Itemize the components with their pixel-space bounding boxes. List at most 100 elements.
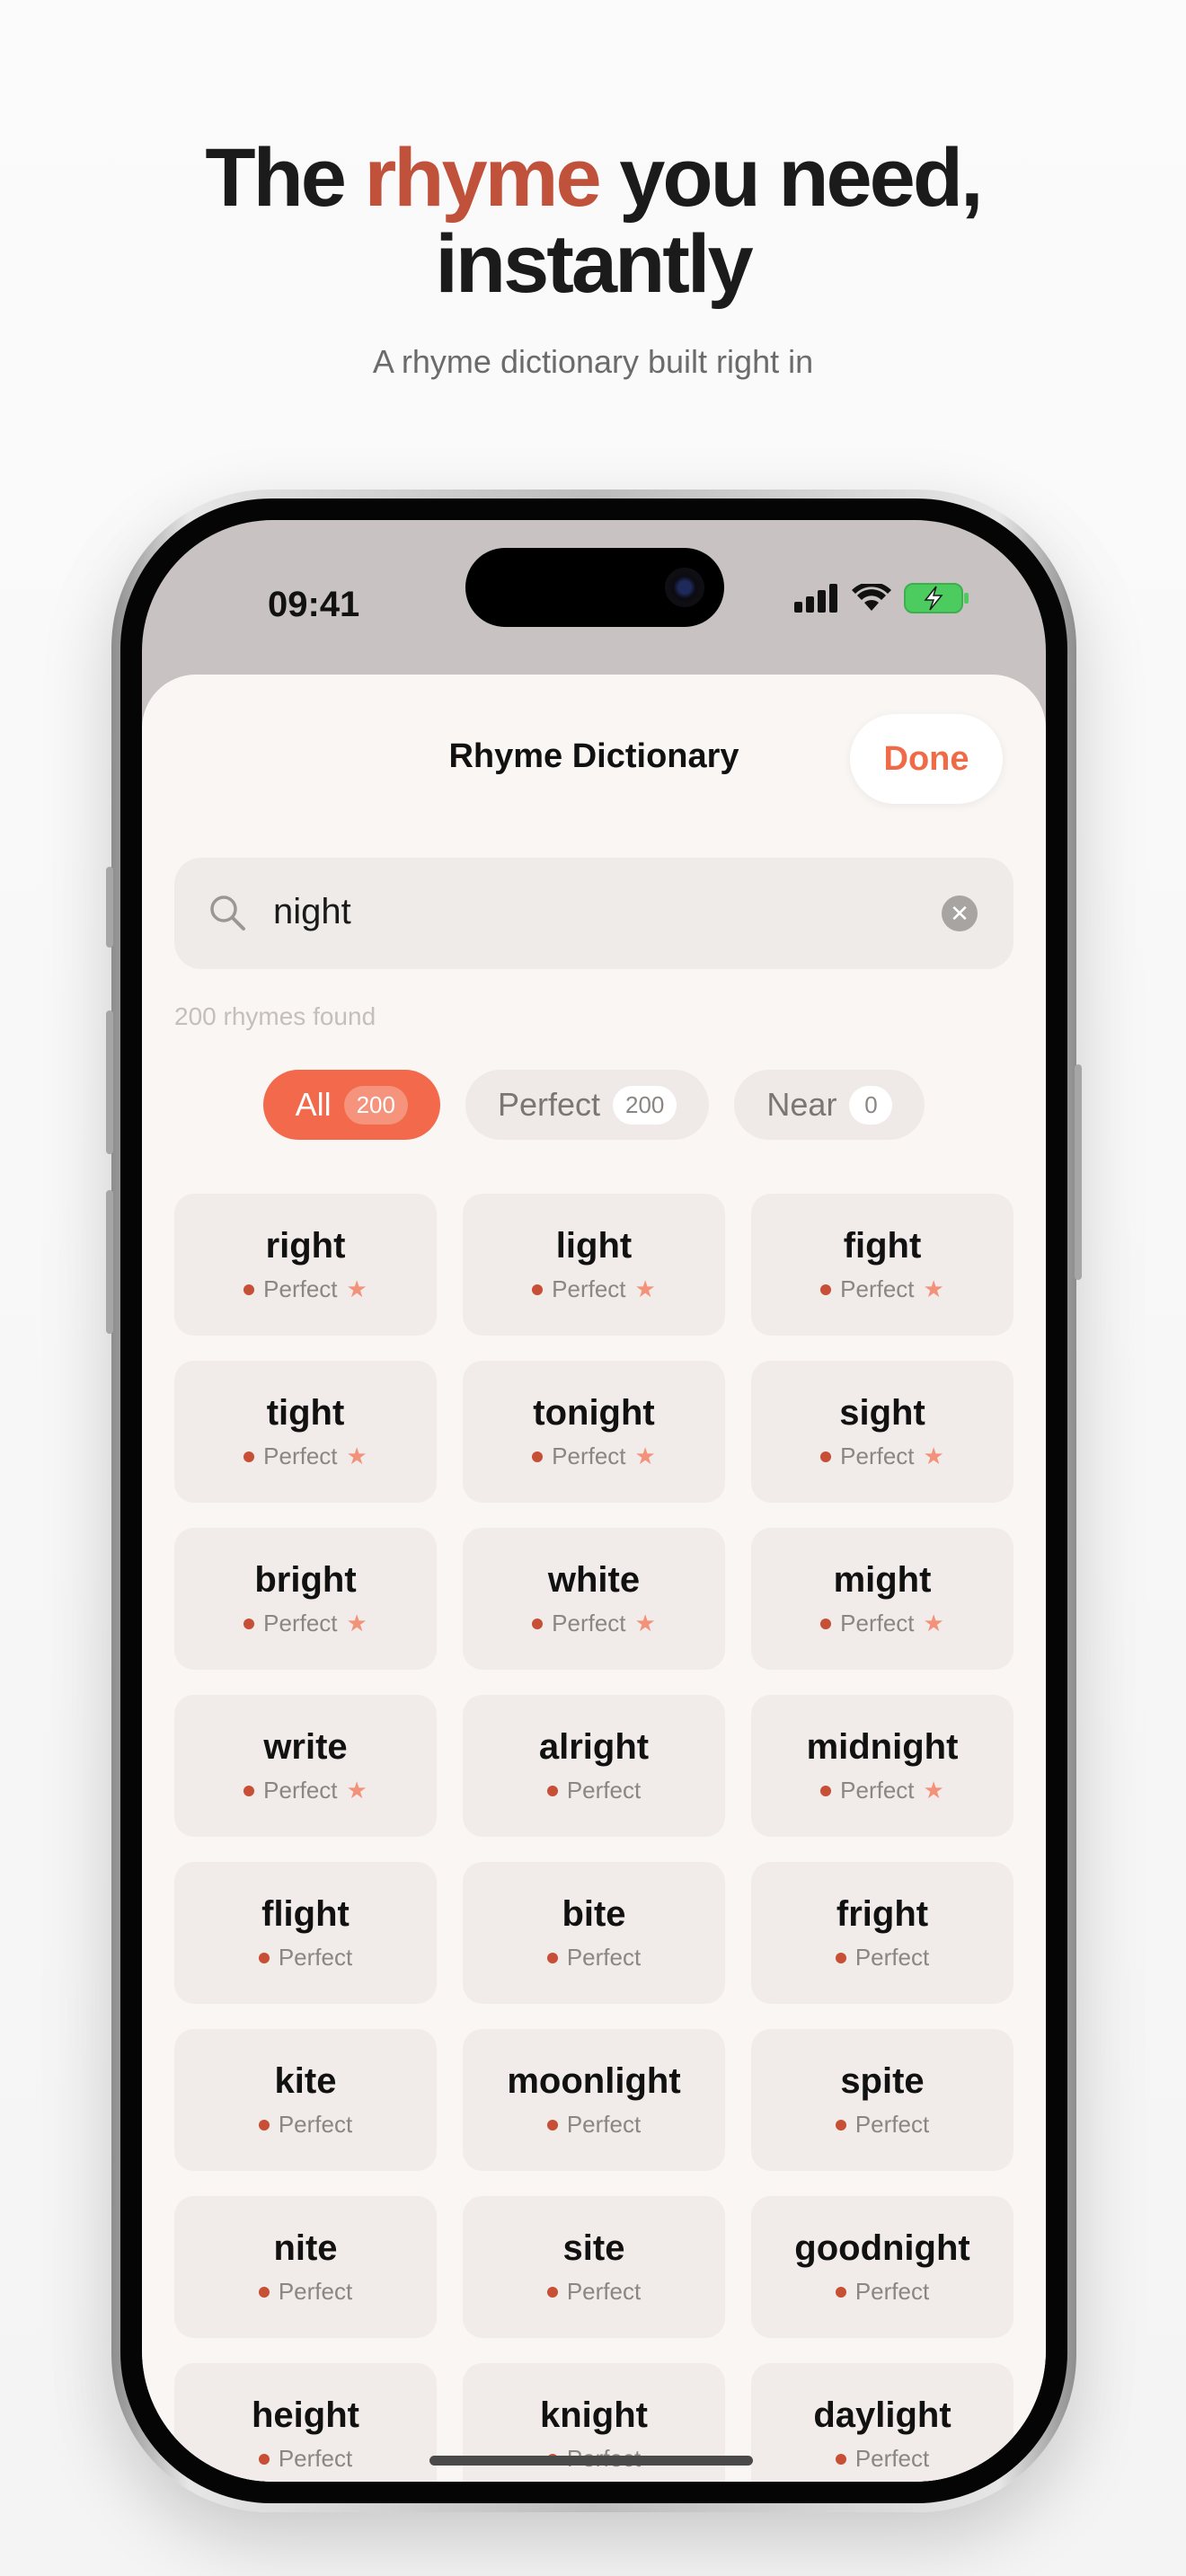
- star-icon: ★: [346, 1275, 367, 1302]
- perfect-dot-icon: [546, 2119, 558, 2130]
- home-indicator: [429, 2456, 753, 2466]
- status-time: 09:41: [268, 585, 360, 624]
- rhyme-meta: Perfect ★: [243, 1777, 367, 1804]
- camera-icon: [665, 568, 704, 607]
- perfect-dot-icon: [835, 2453, 846, 2465]
- rhyme-type: Perfect: [263, 1442, 338, 1469]
- rhyme-type: Perfect: [566, 2111, 642, 2138]
- rhyme-meta: Perfect ★: [820, 1275, 944, 1303]
- rhyme-card[interactable]: write Perfect ★: [174, 1695, 437, 1837]
- rhyme-card[interactable]: right Perfect ★: [174, 1194, 437, 1336]
- rhyme-word: alright: [538, 1727, 650, 1767]
- star-icon: ★: [923, 1442, 944, 1469]
- rhyme-card[interactable]: site Perfect: [463, 2196, 725, 2338]
- rhyme-card[interactable]: light Perfect ★: [463, 1194, 725, 1336]
- rhyme-card[interactable]: fright Perfect: [751, 1862, 1013, 2004]
- rhyme-dictionary-sheet: Rhyme Dictionary Done night ✕ 200 rhymes…: [142, 675, 1046, 2482]
- rhyme-word: white: [547, 1560, 641, 1600]
- rhyme-card[interactable]: height Perfect: [174, 2363, 437, 2482]
- marketing-subtitle: A rhyme dictionary built right in: [372, 343, 814, 380]
- star-icon: ★: [346, 1777, 367, 1804]
- rhyme-card[interactable]: fight Perfect ★: [751, 1194, 1013, 1336]
- rhyme-card[interactable]: alright Perfect: [463, 1695, 725, 1837]
- filter-all[interactable]: All 200: [262, 1070, 440, 1140]
- rhyme-word: nite: [273, 2228, 338, 2268]
- rhyme-type: Perfect: [566, 1944, 642, 1971]
- rhyme-type: Perfect: [854, 1944, 930, 1971]
- headline-line2: instantly: [435, 218, 753, 310]
- star-icon: ★: [346, 1610, 367, 1636]
- rhyme-card[interactable]: sight Perfect ★: [751, 1361, 1013, 1503]
- rhyme-type: Perfect: [263, 1275, 338, 1302]
- volume-up-button: [106, 1010, 113, 1154]
- rhyme-word: kite: [274, 2061, 337, 2101]
- rhyme-card[interactable]: flight Perfect: [174, 1862, 437, 2004]
- rhyme-type: Perfect: [840, 1442, 915, 1469]
- volume-down-button: [106, 1190, 113, 1334]
- rhyme-meta: Perfect ★: [820, 1442, 944, 1470]
- rhyme-type: Perfect: [854, 2445, 930, 2472]
- clear-icon[interactable]: ✕: [942, 895, 978, 931]
- rhyme-word: flight: [261, 1894, 350, 1934]
- filter-near[interactable]: Near 0: [734, 1070, 925, 1140]
- status-icons: [794, 583, 970, 613]
- star-icon: ★: [923, 1777, 944, 1804]
- filter-perfect[interactable]: Perfect 200: [465, 1070, 710, 1140]
- filter-label: Near: [766, 1086, 837, 1123]
- done-button[interactable]: Done: [850, 714, 1003, 804]
- rhyme-card[interactable]: white Perfect ★: [463, 1528, 725, 1670]
- rhyme-card[interactable]: daylight Perfect: [751, 2363, 1013, 2482]
- rhyme-card[interactable]: midnight Perfect ★: [751, 1695, 1013, 1837]
- rhyme-card[interactable]: tonight Perfect ★: [463, 1361, 725, 1503]
- rhyme-card[interactable]: moonlight Perfect: [463, 2029, 725, 2171]
- rhyme-meta: Perfect: [258, 2445, 353, 2473]
- rhyme-word: tight: [266, 1393, 345, 1433]
- battery-charging-icon: [904, 583, 969, 613]
- dynamic-island: [465, 548, 724, 627]
- results-count: 200 rhymes found: [174, 1002, 376, 1030]
- rhyme-grid: right Perfect ★ light Perfect ★ fight Perfect ★ t…: [174, 1194, 1013, 2482]
- action-button: [106, 867, 113, 948]
- rhyme-card[interactable]: kite Perfect: [174, 2029, 437, 2171]
- perfect-dot-icon: [820, 1618, 832, 1629]
- rhyme-type: Perfect: [278, 2445, 353, 2472]
- rhyme-meta: Perfect ★: [820, 1610, 944, 1637]
- rhyme-meta: Perfect: [835, 2111, 929, 2139]
- rhyme-meta: Perfect: [546, 2111, 642, 2139]
- rhyme-meta: Perfect: [546, 1777, 641, 1804]
- rhyme-meta: Perfect ★: [243, 1442, 367, 1470]
- search-input[interactable]: night: [273, 892, 351, 932]
- perfect-dot-icon: [532, 1284, 544, 1295]
- rhyme-type: Perfect: [840, 1275, 915, 1302]
- rhyme-word: goodnight: [794, 2228, 970, 2268]
- rhyme-meta: Perfect ★: [243, 1275, 367, 1303]
- rhyme-card[interactable]: nite Perfect: [174, 2196, 437, 2338]
- cellular-signal-icon: [794, 584, 837, 613]
- rhyme-card[interactable]: spite Perfect: [751, 2029, 1013, 2171]
- rhyme-type: Perfect: [263, 1610, 338, 1636]
- rhyme-word: sight: [839, 1393, 925, 1433]
- rhyme-meta: Perfect: [835, 1944, 930, 1972]
- rhyme-word: bright: [254, 1560, 357, 1600]
- rhyme-word: tonight: [533, 1393, 655, 1433]
- rhyme-type: Perfect: [552, 1275, 626, 1302]
- rhyme-card[interactable]: might Perfect ★: [751, 1528, 1013, 1670]
- perfect-dot-icon: [258, 2453, 270, 2465]
- rhyme-word: midnight: [806, 1727, 959, 1767]
- rhyme-meta: Perfect: [258, 2278, 352, 2306]
- rhyme-type: Perfect: [278, 2111, 353, 2138]
- rhyme-meta: Perfect ★: [532, 1610, 656, 1637]
- rhyme-card[interactable]: bright Perfect ★: [174, 1528, 437, 1670]
- perfect-dot-icon: [243, 1618, 255, 1629]
- rhyme-card[interactable]: tight Perfect ★: [174, 1361, 437, 1503]
- rhyme-type: Perfect: [278, 1944, 353, 1971]
- rhyme-card[interactable]: bite Perfect: [463, 1862, 725, 2004]
- rhyme-word: might: [833, 1560, 932, 1600]
- rhyme-word: right: [265, 1226, 346, 1266]
- search-field[interactable]: night ✕: [174, 858, 1013, 969]
- rhyme-card[interactable]: goodnight Perfect: [751, 2196, 1013, 2338]
- perfect-dot-icon: [835, 2119, 846, 2130]
- rhyme-word: knight: [540, 2395, 648, 2435]
- rhyme-word: site: [562, 2228, 625, 2268]
- rhyme-word: daylight: [813, 2395, 951, 2435]
